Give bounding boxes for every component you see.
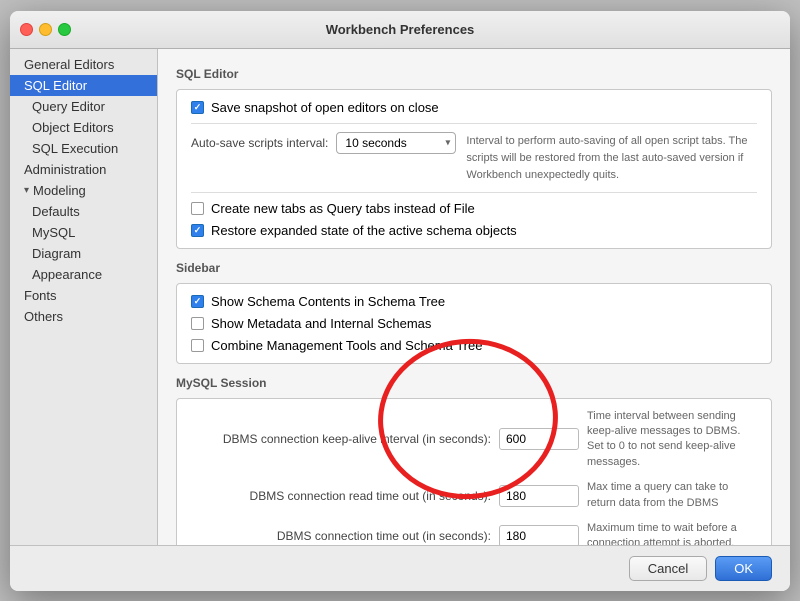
minimize-button[interactable] — [39, 23, 52, 36]
traffic-lights — [20, 23, 71, 36]
save-snapshot-checkbox[interactable] — [191, 101, 204, 114]
combine-management-label: Combine Management Tools and Schema Tree — [211, 338, 482, 353]
create-new-tabs-label: Create new tabs as Query tabs instead of… — [211, 201, 475, 216]
create-new-tabs-checkbox[interactable] — [191, 202, 204, 215]
auto-save-select[interactable]: 10 seconds 30 seconds 60 seconds — [336, 132, 456, 154]
combine-management-checkbox[interactable] — [191, 339, 204, 352]
keepalive-label: DBMS connection keep-alive interval (in … — [191, 432, 491, 446]
sidebar-item-object-editors[interactable]: Object Editors — [10, 117, 157, 138]
conn-timeout-input[interactable] — [499, 525, 579, 544]
ok-button[interactable]: OK — [715, 556, 772, 581]
sidebar-item-diagram[interactable]: Diagram — [10, 243, 157, 264]
auto-save-select-wrapper: 10 seconds 30 seconds 60 seconds ▾ — [336, 132, 456, 154]
maximize-button[interactable] — [58, 23, 71, 36]
mysql-session-section-title: MySQL Session — [176, 376, 772, 390]
sidebar-item-administration[interactable]: Administration — [10, 159, 157, 180]
auto-save-hint: Interval to perform auto-saving of all o… — [466, 135, 747, 182]
sidebar-item-query-editor[interactable]: Query Editor — [10, 96, 157, 117]
show-metadata-label: Show Metadata and Internal Schemas — [211, 316, 431, 331]
sidebar-item-mysql[interactable]: MySQL — [10, 222, 157, 243]
titlebar: Workbench Preferences — [10, 11, 790, 49]
sidebar-item-fonts[interactable]: Fonts — [10, 285, 157, 306]
auto-save-row: Auto-save scripts interval: 10 seconds 3… — [191, 132, 456, 154]
restore-expanded-label: Restore expanded state of the active sch… — [211, 223, 517, 238]
sidebar-item-sql-execution[interactable]: SQL Execution — [10, 138, 157, 159]
cancel-button[interactable]: Cancel — [629, 556, 707, 581]
restore-expanded-checkbox[interactable] — [191, 224, 204, 237]
show-metadata-row: Show Metadata and Internal Schemas — [191, 316, 757, 331]
conn-timeout-label: DBMS connection time out (in seconds): — [191, 529, 491, 543]
read-timeout-input[interactable] — [499, 485, 579, 507]
main-content: SQL Editor Save snapshot of open editors… — [158, 49, 790, 545]
keepalive-input[interactable] — [499, 428, 579, 450]
show-metadata-checkbox[interactable] — [191, 317, 204, 330]
save-snapshot-label: Save snapshot of open editors on close — [211, 100, 439, 115]
mysql-session-section-box: DBMS connection keep-alive interval (in … — [176, 398, 772, 545]
sql-editor-section-box: Save snapshot of open editors on close A… — [176, 89, 772, 249]
read-timeout-label: DBMS connection read time out (in second… — [191, 489, 491, 503]
show-schema-row: Show Schema Contents in Schema Tree — [191, 294, 757, 309]
sidebar-section-title: Sidebar — [176, 261, 772, 275]
sidebar: General Editors SQL Editor Query Editor … — [10, 49, 158, 545]
combine-management-row: Combine Management Tools and Schema Tree — [191, 338, 757, 353]
keepalive-hint: Time interval between sending keep-alive… — [587, 409, 757, 471]
footer: Cancel OK — [10, 545, 790, 591]
sidebar-item-modeling[interactable]: ▾ Modeling — [10, 180, 157, 201]
sidebar-item-appearance[interactable]: Appearance — [10, 264, 157, 285]
window-title: Workbench Preferences — [326, 22, 475, 37]
read-timeout-row: DBMS connection read time out (in second… — [191, 480, 757, 511]
sidebar-item-sql-editor[interactable]: SQL Editor — [10, 75, 157, 96]
auto-save-label: Auto-save scripts interval: — [191, 136, 328, 150]
create-new-tabs-row: Create new tabs as Query tabs instead of… — [191, 201, 757, 216]
read-timeout-hint: Max time a query can take to return data… — [587, 480, 757, 511]
show-schema-checkbox[interactable] — [191, 295, 204, 308]
keepalive-row: DBMS connection keep-alive interval (in … — [191, 409, 757, 471]
sidebar-item-general-editors[interactable]: General Editors — [10, 54, 157, 75]
sidebar-section-box: Show Schema Contents in Schema Tree Show… — [176, 283, 772, 364]
restore-expanded-row: Restore expanded state of the active sch… — [191, 223, 757, 238]
conn-timeout-row: DBMS connection time out (in seconds): M… — [191, 521, 757, 544]
conn-timeout-hint: Maximum time to wait before a connection… — [587, 521, 757, 544]
sql-editor-section-title: SQL Editor — [176, 67, 772, 81]
show-schema-label: Show Schema Contents in Schema Tree — [211, 294, 445, 309]
save-snapshot-row: Save snapshot of open editors on close — [191, 100, 757, 115]
sidebar-item-others[interactable]: Others — [10, 306, 157, 327]
sidebar-item-defaults[interactable]: Defaults — [10, 201, 157, 222]
close-button[interactable] — [20, 23, 33, 36]
